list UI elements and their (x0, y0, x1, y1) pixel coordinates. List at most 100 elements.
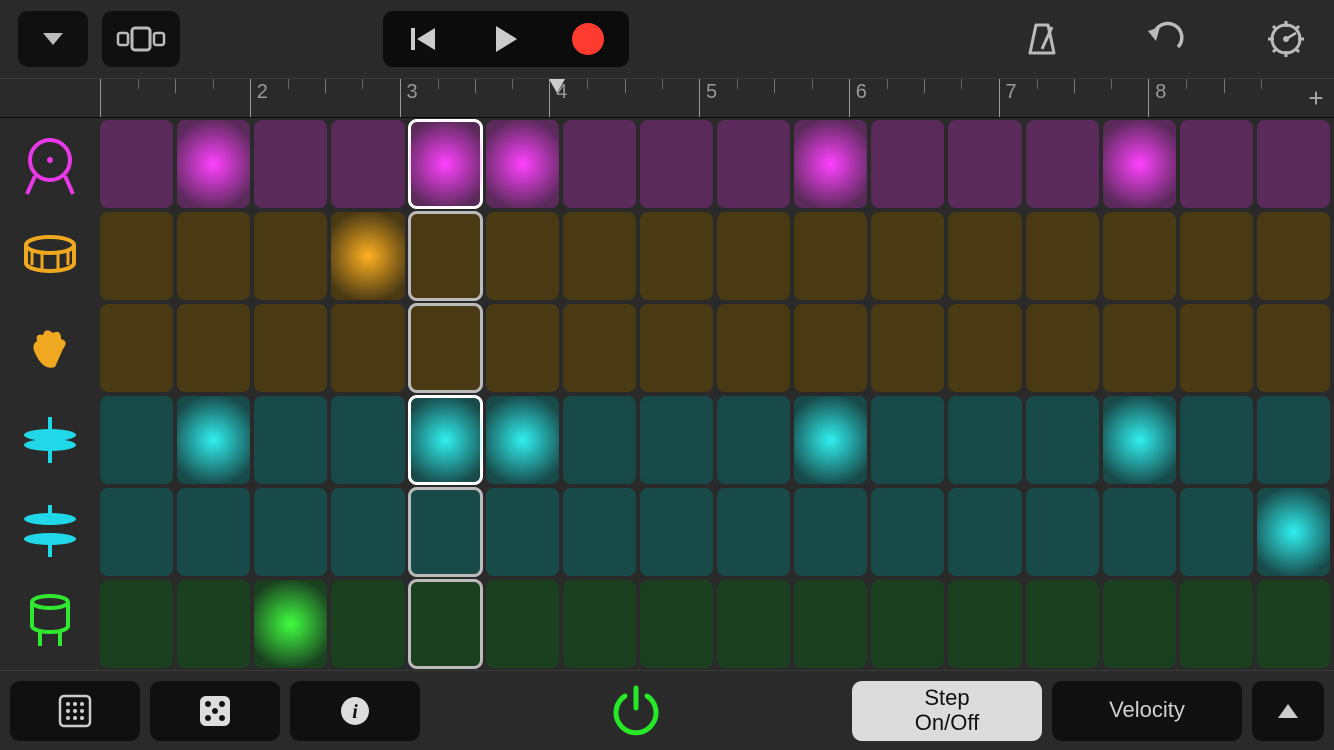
step-cell[interactable] (871, 212, 944, 300)
step-cell[interactable] (640, 396, 713, 484)
step-cell[interactable] (100, 212, 173, 300)
step-cell[interactable] (717, 488, 790, 576)
step-cell[interactable] (409, 212, 482, 300)
step-cell[interactable] (1103, 580, 1176, 668)
step-cell[interactable] (640, 580, 713, 668)
step-cell[interactable] (254, 488, 327, 576)
step-cell[interactable] (1026, 396, 1099, 484)
step-cell[interactable] (640, 488, 713, 576)
step-cell[interactable] (640, 304, 713, 392)
step-cell[interactable] (1257, 396, 1330, 484)
step-cell[interactable] (100, 304, 173, 392)
step-cell[interactable] (717, 212, 790, 300)
step-cell[interactable] (486, 580, 559, 668)
step-cell[interactable] (100, 120, 173, 208)
step-cell[interactable] (948, 304, 1021, 392)
step-cell[interactable] (254, 396, 327, 484)
step-cell[interactable] (254, 120, 327, 208)
step-cell[interactable] (1257, 212, 1330, 300)
ruler-bar[interactable]: 6 (849, 79, 999, 117)
step-cell[interactable] (177, 580, 250, 668)
step-cell[interactable] (717, 120, 790, 208)
step-cell[interactable] (717, 304, 790, 392)
info-button[interactable]: i (290, 681, 420, 741)
step-cell[interactable] (1257, 580, 1330, 668)
step-cell[interactable] (640, 212, 713, 300)
tom-icon[interactable] (0, 577, 100, 668)
step-cell[interactable] (1103, 488, 1176, 576)
step-cell[interactable] (871, 488, 944, 576)
step-cell[interactable] (794, 488, 867, 576)
metronome-button[interactable] (1022, 19, 1062, 59)
step-cell[interactable] (1103, 120, 1176, 208)
step-cell[interactable] (871, 120, 944, 208)
step-cell[interactable] (100, 488, 173, 576)
step-cell[interactable] (409, 304, 482, 392)
step-cell[interactable] (1180, 580, 1253, 668)
step-cell[interactable] (794, 396, 867, 484)
pattern-grid-button[interactable] (10, 681, 140, 741)
step-cell[interactable] (331, 304, 404, 392)
step-cell[interactable] (563, 396, 636, 484)
step-cell[interactable] (409, 120, 482, 208)
step-cell[interactable] (794, 304, 867, 392)
ruler-bar[interactable]: 7 (999, 79, 1149, 117)
step-cell[interactable] (100, 580, 173, 668)
step-cell[interactable] (794, 120, 867, 208)
hihat-closed-icon[interactable] (0, 394, 100, 485)
step-cell[interactable] (409, 396, 482, 484)
step-cell[interactable] (563, 488, 636, 576)
ruler-bar[interactable]: 8 (1148, 79, 1298, 117)
step-cell[interactable] (1103, 212, 1176, 300)
step-onoff-mode-button[interactable]: Step On/Off (852, 681, 1042, 741)
power-button[interactable] (607, 682, 665, 740)
timeline-ruler[interactable]: 2345678+ (0, 78, 1334, 118)
step-cell[interactable] (486, 212, 559, 300)
go-to-start-button[interactable] (383, 11, 465, 67)
clap-icon[interactable] (0, 303, 100, 394)
randomize-button[interactable] (150, 681, 280, 741)
step-cell[interactable] (1257, 488, 1330, 576)
step-cell[interactable] (563, 304, 636, 392)
velocity-mode-button[interactable]: Velocity (1052, 681, 1242, 741)
hihat-open-icon[interactable] (0, 485, 100, 576)
step-cell[interactable] (1026, 120, 1099, 208)
step-cell[interactable] (563, 580, 636, 668)
record-button[interactable] (547, 11, 629, 67)
step-cell[interactable] (1026, 304, 1099, 392)
step-cell[interactable] (331, 212, 404, 300)
ruler-bar[interactable]: 4 (549, 79, 699, 117)
step-cell[interactable] (948, 396, 1021, 484)
step-cell[interactable] (1257, 304, 1330, 392)
step-cell[interactable] (717, 580, 790, 668)
step-cell[interactable] (254, 212, 327, 300)
step-cell[interactable] (1180, 304, 1253, 392)
ruler-bar[interactable]: 5 (699, 79, 849, 117)
step-cell[interactable] (1180, 396, 1253, 484)
add-bars-button[interactable]: + (1298, 79, 1334, 117)
step-cell[interactable] (409, 580, 482, 668)
step-cell[interactable] (948, 488, 1021, 576)
step-cell[interactable] (486, 488, 559, 576)
step-cell[interactable] (177, 120, 250, 208)
step-cell[interactable] (254, 580, 327, 668)
step-cell[interactable] (871, 304, 944, 392)
step-cell[interactable] (794, 212, 867, 300)
step-cell[interactable] (486, 120, 559, 208)
step-cell[interactable] (948, 120, 1021, 208)
snare-icon[interactable] (0, 211, 100, 302)
step-cell[interactable] (177, 396, 250, 484)
step-cell[interactable] (871, 580, 944, 668)
step-cell[interactable] (177, 488, 250, 576)
step-cell[interactable] (409, 488, 482, 576)
play-button[interactable] (465, 11, 547, 67)
step-cell[interactable] (1257, 120, 1330, 208)
ruler-bar[interactable]: 2 (250, 79, 400, 117)
step-cell[interactable] (331, 120, 404, 208)
step-cell[interactable] (486, 396, 559, 484)
step-cell[interactable] (331, 580, 404, 668)
undo-button[interactable] (1142, 21, 1186, 57)
step-cell[interactable] (640, 120, 713, 208)
step-cell[interactable] (871, 396, 944, 484)
step-cell[interactable] (254, 304, 327, 392)
